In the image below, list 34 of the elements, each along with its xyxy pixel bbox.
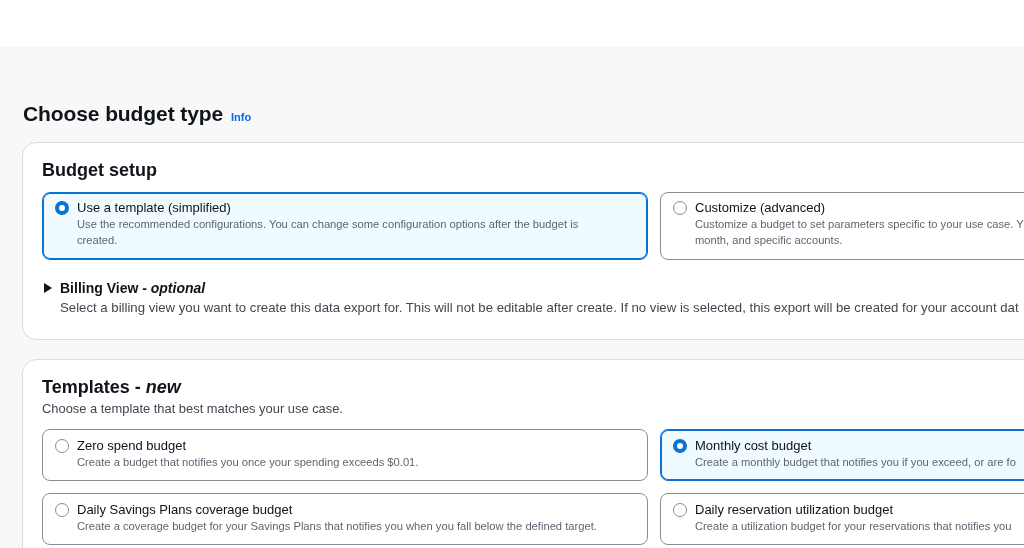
- option-description: Create a monthly budget that notifies you if you exceed, or are fo: [695, 455, 1016, 470]
- option-description: created.: [77, 233, 118, 248]
- option-label: Use a template (simplified): [77, 200, 231, 216]
- radio-button[interactable]: [55, 503, 69, 517]
- option-label: Daily Savings Plans coverage budget: [77, 502, 293, 518]
- option-card[interactable]: Customize (advanced) Customize a budget to set parameters specific to your use case. Y month, and specific accounts.: [660, 192, 1024, 260]
- option-description: Use the recommended configurations. You can change some configuration options after the budget is: [77, 217, 579, 232]
- caret-icon: [44, 283, 52, 293]
- radio-button[interactable]: [673, 201, 687, 215]
- option-label: Daily reservation utilization budget: [695, 502, 893, 518]
- option-card[interactable]: Daily Savings Plans coverage budget Create a coverage budget for your Savings Plans that notifies you when you fall below the defined target.: [42, 493, 648, 545]
- option-description: Create a budget that notifies you once your spending exceeds $0.01.: [77, 455, 419, 470]
- section-title: Budget setup: [42, 159, 157, 181]
- option-card[interactable]: Zero spend budget Create a budget that notifies you once your spending exceeds $0.01.: [42, 429, 648, 481]
- option-card[interactable]: Use a template (simplified) Use the recommended configurations. You can change some configuration options after the budget is created.: [42, 192, 648, 260]
- option-label: Zero spend budget: [77, 438, 187, 454]
- radio-button[interactable]: [673, 503, 687, 517]
- radio-button[interactable]: [55, 439, 69, 453]
- option-card[interactable]: Monthly cost budget Create a monthly budget that notifies you if you exceed, or are fo: [660, 429, 1024, 481]
- section-description: Choose a template that best matches your use case.: [42, 400, 343, 418]
- billing-view-description: Select a billing view you want to create this data export for. This will not be editable after create. If no view is selected, this export will be created for your account dat: [60, 299, 1019, 317]
- option-description: Create a utilization budget for your reservations that notifies you: [695, 519, 1012, 534]
- option-card[interactable]: Daily reservation utilization budget Create a utilization budget for your reservations that notifies you: [660, 493, 1024, 545]
- radio-button[interactable]: [673, 439, 687, 453]
- radio-button[interactable]: [55, 201, 69, 215]
- info-link[interactable]: Info: [231, 111, 252, 123]
- billing-view-toggle[interactable]: Billing View - optional: [44, 280, 206, 296]
- page-title: Choose budget type: [23, 101, 224, 127]
- option-description: Create a coverage budget for your Savings Plans that notifies you when you fall below the defined target.: [77, 519, 597, 534]
- option-description: month, and specific accounts.: [695, 233, 843, 248]
- option-label: Customize (advanced): [695, 200, 826, 216]
- option-label: Monthly cost budget: [695, 438, 812, 454]
- section-title: Templates - new: [42, 376, 181, 398]
- option-description: Customize a budget to set parameters specific to your use case. Y: [695, 217, 1024, 232]
